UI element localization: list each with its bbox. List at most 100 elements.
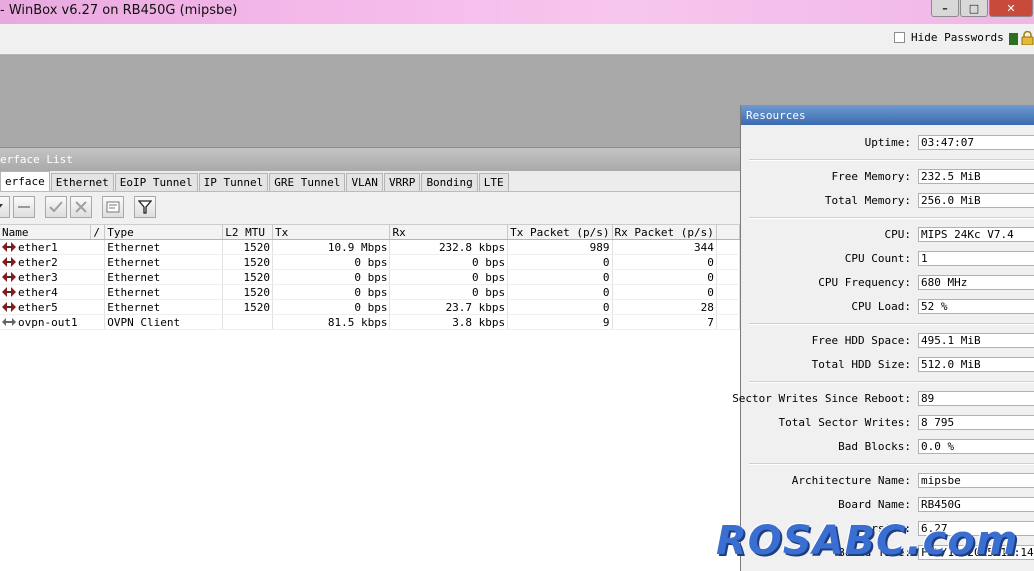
enable-button[interactable] (45, 196, 67, 218)
resources-window: Resources Uptime: 03:47:07 Free Memory: … (732, 105, 1034, 571)
table-row[interactable]: ether1 Ethernet 1520 10.9 Mbps 232.8 kbp… (0, 239, 741, 255)
free-hdd-value: 495.1 MiB (918, 333, 1034, 348)
total-sector-writes-row: Total Sector Writes: 8 795 (741, 415, 1034, 431)
architecture-value: mipsbe (918, 473, 1034, 488)
interface-action-bar (0, 192, 740, 225)
interface-rx: 0 bps (389, 284, 509, 300)
tab-ethernet[interactable]: Ethernet (50, 173, 114, 191)
maximize-button[interactable]: □ (960, 0, 988, 17)
cpu-frequency-value: 680 MHz (918, 275, 1034, 290)
sector-writes-label: Sector Writes Since Reboot: (732, 392, 911, 405)
interface-tx-packet: 989 (507, 239, 613, 255)
column-rx[interactable]: Rx (389, 225, 509, 240)
minimize-button[interactable]: – (931, 0, 959, 17)
total-hdd-label: Total HDD Size: (811, 358, 911, 371)
window-title: - WinBox v6.27 on RB450G (mipsbe) (0, 3, 238, 18)
interface-name: ether5 (18, 300, 58, 314)
table-row[interactable]: ether5 Ethernet 1520 0 bps 23.7 kbps 0 2… (0, 299, 741, 315)
column-name[interactable]: Name (0, 225, 92, 240)
board-name-label: Board Name: (838, 498, 911, 511)
tab-vlan[interactable]: VLAN (346, 173, 383, 191)
interface-type: Ethernet (104, 284, 224, 300)
free-memory-row: Free Memory: 232.5 MiB (741, 169, 1034, 185)
board-name-value: RB450G (918, 497, 1034, 512)
ethernet-interface-icon (2, 257, 16, 267)
interface-rx-packet: 7 (612, 314, 717, 330)
column-sort[interactable]: / (90, 225, 106, 240)
sector-writes-value: 89 (918, 391, 1034, 406)
table-row[interactable]: ovpn-out1 OVPN Client 81.5 kbps 3.8 kbps… (0, 314, 741, 330)
interface-name: ovpn-out1 (18, 315, 78, 329)
total-memory-label: Total Memory: (824, 194, 911, 207)
checkbox-box[interactable] (894, 32, 905, 43)
tab-vrrp[interactable]: VRRP (383, 173, 421, 191)
column-tx[interactable]: Tx (272, 225, 391, 240)
table-row[interactable]: ether4 Ethernet 1520 0 bps 0 bps 0 0 (0, 284, 741, 300)
tab-eoip-tunnel[interactable]: EoIP Tunnel (114, 173, 198, 191)
interface-tx-packet: 0 (507, 299, 613, 315)
tab-bonding[interactable]: Bonding (421, 173, 478, 191)
interface-tx: 0 bps (272, 254, 391, 270)
comment-button[interactable] (102, 196, 124, 218)
interface-rx: 232.8 kbps (389, 239, 509, 255)
uptime-row: Uptime: 03:47:07 (741, 135, 1034, 151)
interface-type: OVPN Client (104, 314, 224, 330)
window-controls: – □ ✕ (931, 0, 1034, 18)
hide-passwords-checkbox[interactable]: Hide Passwords (894, 31, 1004, 44)
column-filler (716, 225, 741, 240)
interface-name: ether2 (18, 255, 58, 269)
interface-l2mtu (222, 314, 274, 330)
cpu-row: CPU: MIPS 24Kc V7.4 (741, 227, 1034, 243)
interface-l2mtu: 1520 (222, 254, 274, 270)
tab-gre-tunnel[interactable]: GRE Tunnel (269, 173, 346, 191)
interface-type: Ethernet (104, 269, 224, 285)
remove-button[interactable] (13, 196, 35, 218)
column-tx-packet[interactable]: Tx Packet (p/s) (507, 225, 613, 240)
lock-icon[interactable] (1021, 31, 1034, 45)
interface-rx-packet: 0 (612, 269, 717, 285)
interface-type: Ethernet (104, 239, 224, 255)
chevron-down-icon (0, 204, 3, 208)
interface-rows: ether1 Ethernet 1520 10.9 Mbps 232.8 kbp… (0, 239, 741, 330)
tab-lte[interactable]: LTE (478, 173, 509, 191)
cpu-label: CPU: (884, 228, 912, 241)
disable-button[interactable] (70, 196, 92, 218)
interface-name: ether1 (18, 240, 58, 254)
tab-interface[interactable]: erface (0, 171, 50, 191)
interface-rx-packet: 344 (612, 239, 717, 255)
divider (749, 463, 1034, 465)
add-dropdown-button[interactable] (0, 196, 10, 218)
sector-writes-row: Sector Writes Since Reboot: 89 (732, 391, 1034, 407)
column-rx-packet[interactable]: Rx Packet (p/s) (612, 225, 717, 240)
cpu-load-label: CPU Load: (851, 300, 911, 313)
tab-ip-tunnel[interactable]: IP Tunnel (198, 173, 269, 191)
main-toolbar: Hide Passwords (0, 24, 1034, 55)
total-sector-writes-value: 8 795 (918, 415, 1034, 430)
interface-tx: 0 bps (272, 299, 391, 315)
interface-tx: 0 bps (272, 269, 391, 285)
interface-l2mtu: 1520 (222, 284, 274, 300)
table-header: Name / Type L2 MTU Tx Rx Tx Packet (p/s)… (0, 225, 741, 240)
cpu-count-row: CPU Count: 1 (741, 251, 1034, 267)
total-memory-value: 256.0 MiB (918, 193, 1034, 208)
total-hdd-value: 512.0 MiB (918, 357, 1034, 372)
interface-rx-packet: 0 (612, 254, 717, 270)
interface-rx: 0 bps (389, 269, 509, 285)
filter-button[interactable] (134, 196, 156, 218)
interface-name: ether3 (18, 270, 58, 284)
minus-icon (18, 206, 30, 208)
table-row[interactable]: ether2 Ethernet 1520 0 bps 0 bps 0 0 (0, 254, 741, 270)
ethernet-interface-icon (2, 272, 16, 282)
cpu-frequency-row: CPU Frequency: 680 MHz (741, 275, 1034, 291)
column-l2mtu[interactable]: L2 MTU (222, 225, 274, 240)
ethernet-interface-icon (2, 287, 16, 297)
interface-tx-packet: 9 (507, 314, 613, 330)
divider (749, 381, 1034, 383)
total-sector-writes-label: Total Sector Writes: (778, 416, 911, 429)
bad-blocks-label: Bad Blocks: (838, 440, 911, 453)
uptime-label: Uptime: (864, 136, 911, 149)
close-button[interactable]: ✕ (989, 0, 1033, 17)
interface-rx-packet: 0 (612, 284, 717, 300)
table-row[interactable]: ether3 Ethernet 1520 0 bps 0 bps 0 0 (0, 269, 741, 285)
column-type[interactable]: Type (104, 225, 224, 240)
